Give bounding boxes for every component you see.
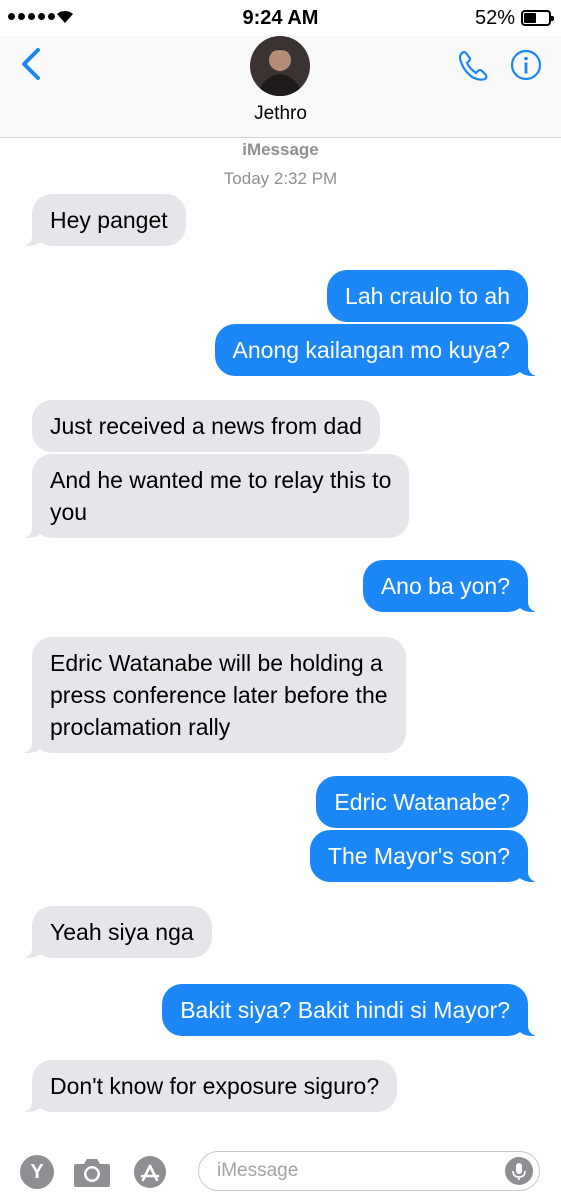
- incoming-message[interactable]: Edric Watanabe will be holding a press c…: [22, 637, 406, 753]
- app-store-icon[interactable]: [132, 1154, 170, 1190]
- incoming-message[interactable]: Just received a news from dad: [32, 400, 380, 452]
- avatar[interactable]: [250, 36, 310, 96]
- incoming-message[interactable]: Don't know for exposure siguro?: [21, 1060, 398, 1112]
- camera-icon[interactable]: [72, 1155, 112, 1189]
- status-bar: 9:24 AM 52%: [0, 0, 561, 36]
- contact-name[interactable]: Jethro: [0, 103, 561, 125]
- battery-percent: 52%: [474, 7, 515, 29]
- outgoing-message[interactable]: Ano ba yon?: [362, 560, 539, 612]
- service-label: iMessage: [242, 140, 319, 159]
- app-y-button[interactable]: Y: [20, 1155, 54, 1189]
- chevron-left-icon[interactable]: [14, 44, 50, 84]
- microphone-icon[interactable]: [505, 1157, 533, 1185]
- message-input-field[interactable]: [198, 1151, 540, 1191]
- battery-fill: [524, 13, 537, 23]
- conversation-header: Jethro: [0, 36, 561, 138]
- message-thread[interactable]: iMessage Today 2:32 PM Hey panget Lah cr…: [0, 138, 561, 1138]
- incoming-message[interactable]: Yeah siya nga: [22, 906, 212, 958]
- compose-bar: Y: [0, 1138, 561, 1200]
- battery-icon: [521, 10, 554, 26]
- outgoing-message[interactable]: Anong kailangan mo kuya?: [214, 324, 539, 376]
- outgoing-message[interactable]: The Mayor's son?: [309, 830, 539, 882]
- info-icon[interactable]: [510, 49, 542, 81]
- incoming-message[interactable]: And he wanted me to relay this to you: [21, 454, 410, 538]
- incoming-message[interactable]: Hey panget: [22, 194, 186, 246]
- outgoing-message[interactable]: Edric Watanabe?: [316, 776, 528, 828]
- timestamp: Today 2:32 PM: [223, 169, 338, 188]
- message-input[interactable]: [217, 1158, 487, 1184]
- phone-icon[interactable]: [456, 49, 490, 83]
- outgoing-message[interactable]: Lah craulo to ah: [327, 270, 528, 322]
- outgoing-message[interactable]: Bakit siya? Bakit hindi si Mayor?: [162, 984, 538, 1036]
